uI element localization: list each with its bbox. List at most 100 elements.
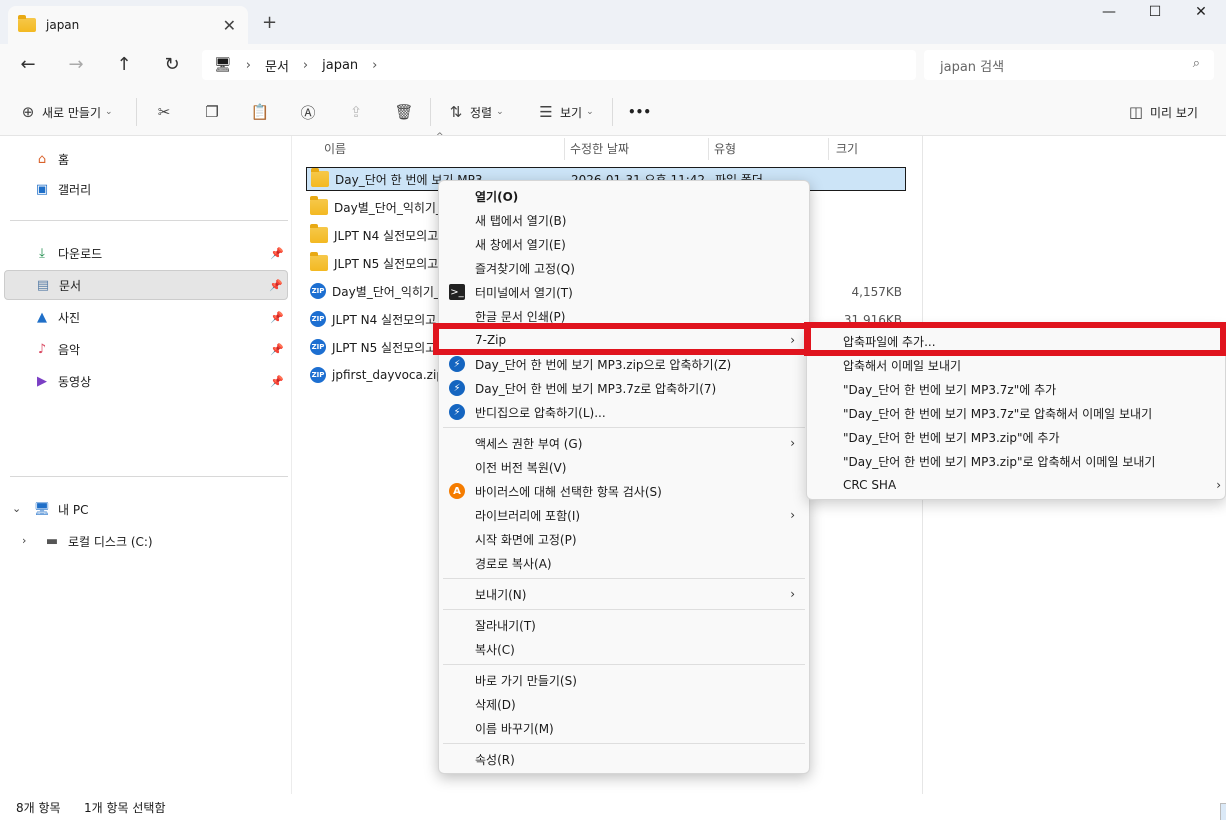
delete-button[interactable]: 🗑 xyxy=(394,100,414,124)
more-options-button[interactable]: ••• xyxy=(628,100,651,124)
file-name: Day별_단어_익히기_ xyxy=(332,284,440,299)
submenu-item-add-7z[interactable]: "Day_단어 한 번에 보기 MP3.7z"에 추가 xyxy=(811,377,1221,401)
sidebar-item-label: 동영상 xyxy=(58,374,92,389)
sidebar-divider xyxy=(10,220,288,221)
share-button[interactable]: ⇪ xyxy=(346,100,366,124)
folder-icon xyxy=(311,168,329,187)
column-header-type[interactable]: 유형 xyxy=(714,136,736,160)
menu-item-create-shortcut[interactable]: 바로 가기 만들기(S) xyxy=(443,668,805,692)
menu-item-restore-versions[interactable]: 이전 버전 복원(V) xyxy=(443,455,805,479)
antivirus-icon: A xyxy=(449,483,465,499)
menu-item-properties[interactable]: 속성(R) xyxy=(443,747,805,771)
menu-item-virus-scan[interactable]: A 바이러스에 대해 선택한 항목 검사(S) xyxy=(443,479,805,503)
sort-icon: ⇅ xyxy=(449,103,463,121)
sidebar-item-downloads[interactable]: ⤓ 다운로드 📌 xyxy=(4,238,288,268)
minimize-button[interactable]: — xyxy=(1086,4,1132,28)
chevron-right-icon: › xyxy=(245,57,251,73)
column-divider xyxy=(708,138,709,160)
up-button[interactable]: ↑ xyxy=(110,52,138,78)
menu-item-give-access[interactable]: 액세스 권한 부여 (G) › xyxy=(443,431,805,455)
column-header-size[interactable]: 크기 xyxy=(836,136,858,160)
menu-item-label: 라이브러리에 포함(I) xyxy=(475,508,581,523)
menu-item-delete[interactable]: 삭제(D) xyxy=(443,692,805,716)
refresh-button[interactable]: ↻ xyxy=(158,52,186,78)
back-button[interactable]: ← xyxy=(14,52,42,78)
tab-japan[interactable]: japan ✕ xyxy=(8,6,248,44)
view-button[interactable]: ☰ 보기 ⌄ xyxy=(536,100,594,124)
breadcrumb-documents[interactable]: 문서 xyxy=(265,56,289,75)
search-input[interactable]: japan 검색 ⌕ xyxy=(924,50,1214,80)
menu-item-cut[interactable]: 잘라내기(T) xyxy=(443,613,805,637)
zip-icon: ZIP xyxy=(310,367,326,383)
folder-icon xyxy=(310,196,328,215)
sidebar-item-home[interactable]: ⌂ 홈 xyxy=(4,144,288,174)
menu-item-open-new-tab[interactable]: 새 탭에서 열기(B) xyxy=(443,208,805,232)
breadcrumb-japan[interactable]: japan xyxy=(322,58,358,73)
column-header-name[interactable]: 이름 xyxy=(324,136,346,160)
menu-item-bandizip[interactable]: ⚡ 반디집으로 압축하기(L)... xyxy=(443,400,805,424)
sidebar-item-gallery[interactable]: ▣ 갤러리 xyxy=(4,174,288,204)
menu-item-zip-compress[interactable]: ⚡ Day_단어 한 번에 보기 MP3.zip으로 압축하기(Z) xyxy=(443,352,805,376)
new-label: 새로 만들기 xyxy=(42,105,102,120)
menu-divider xyxy=(443,427,805,428)
chevron-right-icon: › xyxy=(372,57,378,73)
preview-pane-icon: ◫ xyxy=(1128,103,1144,121)
sidebar-item-local-disk[interactable]: ▬ 로컬 디스크 (C:) xyxy=(4,526,288,556)
new-tab-button[interactable]: + xyxy=(262,12,277,33)
menu-item-label: 바이러스에 대해 선택한 항목 검사(S) xyxy=(475,484,662,499)
chevron-down-icon: ⌄ xyxy=(105,107,113,117)
paste-button[interactable]: 📋 xyxy=(250,100,270,124)
copy-icon: ❐ xyxy=(205,103,219,121)
folder-icon xyxy=(310,224,328,243)
forward-button[interactable]: → xyxy=(62,52,90,78)
menu-item-rename[interactable]: 이름 바꾸기(M) xyxy=(443,716,805,740)
toolbar-divider xyxy=(612,98,613,126)
menu-item-label: 터미널에서 열기(T) xyxy=(475,285,573,300)
chevron-down-icon: ⌄ xyxy=(586,107,594,117)
copy-button[interactable]: ❐ xyxy=(202,100,222,124)
sidebar-divider xyxy=(10,476,288,477)
menu-item-label: Day_단어 한 번에 보기 MP3.7z로 압축하기(7) xyxy=(475,381,717,396)
submenu-item-add-zip[interactable]: "Day_단어 한 번에 보기 MP3.zip"에 추가 xyxy=(811,425,1221,449)
file-name: JLPT N4 실전모의고 xyxy=(332,312,437,327)
maximize-button[interactable]: ☐ xyxy=(1132,4,1178,28)
menu-item-copy[interactable]: 복사(C) xyxy=(443,637,805,661)
address-bar[interactable]: 🖥 › 문서 › japan › xyxy=(202,50,916,80)
submenu-item-crc-sha[interactable]: CRC SHA › xyxy=(811,473,1221,497)
menu-item-copy-path[interactable]: 경로로 복사(A) xyxy=(443,551,805,575)
highlight-add-archive xyxy=(804,322,1226,356)
cut-button[interactable]: ✂ xyxy=(154,100,174,124)
drive-icon: ▬ xyxy=(45,533,59,549)
share-icon: ⇪ xyxy=(349,103,363,121)
rename-button[interactable]: Ⓐ xyxy=(298,100,318,124)
menu-item-open-terminal[interactable]: >_ 터미널에서 열기(T) xyxy=(443,280,805,304)
menu-item-open[interactable]: 열기(O) xyxy=(443,184,805,208)
sort-button[interactable]: ⇅ 정렬 ⌄ xyxy=(446,100,504,124)
column-header-modified[interactable]: 수정한 날짜 xyxy=(570,136,629,160)
submenu-item-zip-email[interactable]: "Day_단어 한 번에 보기 MP3.zip"로 압축해서 이메일 보내기 xyxy=(811,449,1221,473)
submenu-item-7z-email[interactable]: "Day_단어 한 번에 보기 MP3.7z"로 압축해서 이메일 보내기 xyxy=(811,401,1221,425)
close-tab-icon[interactable]: ✕ xyxy=(223,16,236,35)
close-window-button[interactable]: ✕ xyxy=(1178,4,1224,28)
menu-item-include-library[interactable]: 라이브러리에 포함(I) › xyxy=(443,503,805,527)
sidebar-item-documents[interactable]: ▤ 문서 📌 xyxy=(4,270,288,300)
sidebar-item-this-pc[interactable]: 🖥 내 PC xyxy=(4,494,288,524)
submenu-item-compress-email[interactable]: 압축해서 이메일 보내기 xyxy=(811,353,1221,377)
menu-item-7z-compress[interactable]: ⚡ Day_단어 한 번에 보기 MP3.7z로 압축하기(7) xyxy=(443,376,805,400)
toolbar-divider xyxy=(430,98,431,126)
preview-pane-button[interactable]: ◫ 미리 보기 xyxy=(1126,100,1198,124)
new-button[interactable]: ⊕ 새로 만들기 ⌄ xyxy=(18,100,113,124)
menu-item-open-new-window[interactable]: 새 창에서 열기(E) xyxy=(443,232,805,256)
tiles-view-icon[interactable]: ▦ xyxy=(1220,803,1226,820)
item-count: 8개 항목 xyxy=(16,801,61,815)
sidebar-item-music[interactable]: ♪ 음악 📌 xyxy=(4,334,288,364)
sidebar-item-pictures[interactable]: ▲ 사진 📌 xyxy=(4,302,288,332)
menu-item-pin-favorites[interactable]: 즐겨찾기에 고정(Q) xyxy=(443,256,805,280)
title-bar: japan ✕ + — ☐ ✕ xyxy=(0,0,1226,44)
sidebar-item-videos[interactable]: ▶ 동영상 📌 xyxy=(4,366,288,396)
menu-item-send-to[interactable]: 보내기(N) › xyxy=(443,582,805,606)
menu-item-pin-start[interactable]: 시작 화면에 고정(P) xyxy=(443,527,805,551)
view-label: 보기 xyxy=(560,105,583,120)
menu-item-label: Day_단어 한 번에 보기 MP3.zip으로 압축하기(Z) xyxy=(475,357,732,372)
menu-item-label: 반디집으로 압축하기(L)... xyxy=(475,405,606,420)
